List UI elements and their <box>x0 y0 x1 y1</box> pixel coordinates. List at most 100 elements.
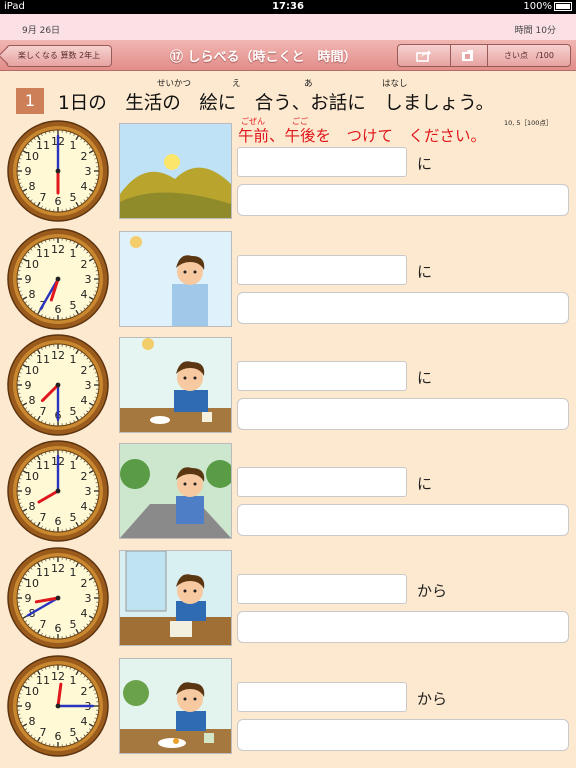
svg-text:6: 6 <box>55 515 62 528</box>
svg-text:3: 3 <box>85 273 92 286</box>
svg-text:4: 4 <box>80 394 87 407</box>
svg-text:7: 7 <box>40 511 47 524</box>
particle-label: に <box>417 475 433 493</box>
sentence-answer-field[interactable] <box>237 611 569 643</box>
question-number: 1 <box>16 88 44 114</box>
svg-text:11: 11 <box>36 674 50 687</box>
exercise-row: 123456789101112から <box>0 545 576 651</box>
svg-text:11: 11 <box>36 139 50 152</box>
svg-text:2: 2 <box>80 685 87 698</box>
svg-text:9: 9 <box>25 165 32 178</box>
svg-text:1: 1 <box>70 247 77 260</box>
sentence-answer-field[interactable] <box>237 719 569 751</box>
battery-icon <box>554 1 572 11</box>
svg-text:1: 1 <box>70 674 77 687</box>
battery-indicator: 100% <box>523 1 572 12</box>
svg-text:7: 7 <box>40 405 47 418</box>
svg-text:11: 11 <box>36 247 50 260</box>
score-button[interactable]: さい点 /100 <box>488 45 570 66</box>
svg-text:12: 12 <box>51 562 65 575</box>
scene-illustration <box>119 123 232 219</box>
timer-label: 時間 10分 <box>514 26 556 36</box>
svg-text:8: 8 <box>29 180 36 193</box>
share-button[interactable] <box>398 45 451 66</box>
svg-text:9: 9 <box>25 273 32 286</box>
particle-label: に <box>417 155 433 173</box>
time-answer-field[interactable] <box>237 682 407 712</box>
status-time: 17:36 <box>272 1 304 12</box>
svg-text:1: 1 <box>70 353 77 366</box>
svg-text:1: 1 <box>70 459 77 472</box>
clock-face: 123456789101112 <box>6 546 110 650</box>
svg-text:8: 8 <box>29 715 36 728</box>
svg-text:2: 2 <box>80 364 87 377</box>
particle-label: から <box>417 690 448 708</box>
svg-text:12: 12 <box>51 349 65 362</box>
svg-text:5: 5 <box>70 618 77 631</box>
clock-face: 123456789101112 <box>6 333 110 437</box>
svg-text:9: 9 <box>25 379 32 392</box>
svg-text:3: 3 <box>85 379 92 392</box>
time-answer-field[interactable] <box>237 147 407 177</box>
svg-text:4: 4 <box>80 500 87 513</box>
svg-text:3: 3 <box>85 165 92 178</box>
svg-text:12: 12 <box>51 670 65 683</box>
scene-illustration <box>119 231 232 327</box>
svg-text:5: 5 <box>70 191 77 204</box>
svg-text:7: 7 <box>40 618 47 631</box>
page-title: ⑰ しらべる（時こくと 時間） <box>170 50 357 65</box>
svg-text:7: 7 <box>40 191 47 204</box>
scene-illustration <box>119 443 232 539</box>
sentence-answer-field[interactable] <box>237 292 569 324</box>
svg-text:11: 11 <box>36 566 50 579</box>
svg-text:5: 5 <box>70 726 77 739</box>
sentence-answer-field[interactable] <box>237 398 569 430</box>
svg-text:5: 5 <box>70 299 77 312</box>
time-answer-field[interactable] <box>237 467 407 497</box>
scene-illustration <box>119 550 232 646</box>
svg-text:8: 8 <box>29 394 36 407</box>
navigation-bar: 楽しくなる 算数 2年上 ⑰ しらべる（時こくと 時間） さい点 /100 <box>0 40 576 71</box>
back-button-label: 楽しくなる 算数 2年上 <box>17 51 101 60</box>
exercise-row: 123456789101112に <box>0 226 576 332</box>
svg-text:6: 6 <box>55 730 62 743</box>
status-bar: iPad 17:36 100% <box>0 0 576 14</box>
exercise-row: 123456789101112から <box>0 653 576 759</box>
exercise-row: 123456789101112に <box>0 118 576 224</box>
time-answer-field[interactable] <box>237 574 407 604</box>
battery-percent: 100% <box>523 1 552 12</box>
ruby-e: え <box>232 79 241 89</box>
svg-text:9: 9 <box>25 592 32 605</box>
scene-illustration <box>119 337 232 433</box>
sentence-answer-field[interactable] <box>237 184 569 216</box>
svg-text:7: 7 <box>40 726 47 739</box>
svg-text:5: 5 <box>70 405 77 418</box>
question-text: 1日の 生活の 絵に 合う、お話に しましょう。 <box>58 93 495 114</box>
toolbar-group: さい点 /100 <box>397 44 571 67</box>
back-button[interactable]: 楽しくなる 算数 2年上 <box>6 45 112 67</box>
exercise-row: 123456789101112に <box>0 438 576 544</box>
svg-text:12: 12 <box>51 243 65 256</box>
svg-text:8: 8 <box>29 288 36 301</box>
folder-button[interactable] <box>451 45 488 66</box>
time-answer-field[interactable] <box>237 361 407 391</box>
svg-text:4: 4 <box>80 288 87 301</box>
svg-text:2: 2 <box>80 577 87 590</box>
svg-text:5: 5 <box>70 511 77 524</box>
svg-text:11: 11 <box>36 459 50 472</box>
ruby-a: あ <box>304 79 313 89</box>
svg-text:6: 6 <box>55 622 62 635</box>
svg-text:9: 9 <box>25 700 32 713</box>
time-answer-field[interactable] <box>237 255 407 285</box>
particle-label: に <box>417 369 433 387</box>
svg-text:6: 6 <box>55 303 62 316</box>
exercise-row: 123456789101112に <box>0 332 576 438</box>
info-bar: 9月 26日 時間 10分 <box>0 14 576 41</box>
svg-text:2: 2 <box>80 150 87 163</box>
sentence-answer-field[interactable] <box>237 504 569 536</box>
svg-text:1: 1 <box>70 566 77 579</box>
svg-text:11: 11 <box>36 353 50 366</box>
svg-text:4: 4 <box>80 607 87 620</box>
svg-text:2: 2 <box>80 258 87 271</box>
svg-text:4: 4 <box>80 180 87 193</box>
